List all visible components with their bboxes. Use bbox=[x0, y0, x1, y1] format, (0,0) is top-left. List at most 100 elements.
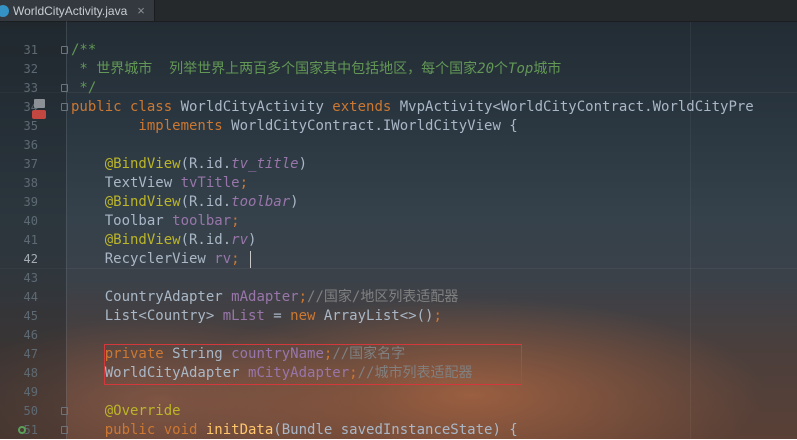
line-number: 46 bbox=[23, 328, 38, 342]
code-token: @Override bbox=[71, 403, 181, 419]
line-number: 33 bbox=[23, 81, 38, 95]
code-text[interactable]: RecyclerView rv; bbox=[71, 250, 240, 269]
code-token: @BindView bbox=[71, 194, 181, 210]
code-text[interactable]: Toolbar toolbar; bbox=[71, 212, 240, 231]
code-token: implements bbox=[71, 118, 232, 134]
code-token: ; bbox=[231, 251, 240, 267]
code-token: Toolbar bbox=[71, 213, 173, 229]
code-line[interactable]: 49 bbox=[0, 383, 797, 402]
code-token: /** bbox=[71, 42, 97, 58]
code-token: public void bbox=[71, 422, 206, 438]
line-number: 38 bbox=[23, 176, 38, 190]
code-token: @BindView bbox=[71, 156, 181, 172]
fold-toggle-icon[interactable] bbox=[61, 103, 68, 111]
code-token: (R.id. bbox=[180, 156, 232, 172]
code-token: @BindView bbox=[71, 232, 181, 248]
code-text[interactable]: @BindView(R.id.toolbar) bbox=[71, 193, 299, 212]
editor-tab-bar: WorldCityActivity.java × bbox=[0, 0, 797, 22]
code-text[interactable]: * 世界城市 列举世界上两百多个国家其中包括地区，每个国家20个Top城市 bbox=[71, 60, 561, 79]
fold-toggle-icon[interactable] bbox=[61, 84, 68, 92]
bookmark-icon[interactable] bbox=[34, 99, 45, 108]
code-token: new bbox=[290, 308, 324, 324]
code-token: ArrayList<>() bbox=[323, 308, 434, 324]
code-line[interactable]: 40 Toolbar toolbar; bbox=[0, 212, 797, 231]
code-token: ; bbox=[231, 213, 240, 229]
code-token: (R.id. bbox=[180, 194, 232, 210]
code-token: WorldCityContract.IWorldCityView { bbox=[231, 118, 518, 134]
code-line[interactable]: 51 public void initData(Bundle savedInst… bbox=[0, 421, 797, 440]
code-text[interactable]: CountryAdapter mAdapter;//国家/地区列表适配器 bbox=[71, 288, 459, 307]
line-number: 40 bbox=[23, 214, 38, 228]
code-token: extends bbox=[332, 99, 400, 115]
code-text[interactable]: implements WorldCityContract.IWorldCityV… bbox=[71, 117, 518, 136]
code-line[interactable]: 32 * 世界城市 列举世界上两百多个国家其中包括地区，每个国家20个Top城市 bbox=[0, 60, 797, 79]
code-token: toolbar bbox=[231, 194, 291, 210]
code-token: 城市 bbox=[533, 61, 562, 77]
code-line[interactable]: 37 @BindView(R.id.tv_title) bbox=[0, 155, 797, 174]
tab-label: WorldCityActivity.java bbox=[13, 3, 128, 18]
code-line[interactable]: 39 @BindView(R.id.toolbar) bbox=[0, 193, 797, 212]
code-token: initData bbox=[205, 422, 274, 438]
code-token: mList bbox=[222, 308, 274, 324]
override-gutter-icon[interactable] bbox=[18, 426, 26, 434]
code-token: ) bbox=[298, 156, 308, 172]
line-number: 41 bbox=[23, 233, 38, 247]
code-text[interactable]: @Override bbox=[71, 402, 181, 421]
code-token: rv bbox=[214, 251, 232, 267]
code-text[interactable]: @BindView(R.id.rv) bbox=[71, 231, 257, 250]
code-line[interactable]: 31 /** bbox=[0, 41, 797, 60]
line-number: 36 bbox=[23, 138, 38, 152]
code-token: (Bundle savedInstanceState) { bbox=[273, 422, 518, 438]
code-line[interactable]: 43 bbox=[0, 269, 797, 288]
code-text[interactable]: public class WorldCityActivity extends M… bbox=[71, 98, 754, 117]
code-text[interactable]: */ bbox=[71, 79, 96, 98]
code-text[interactable]: public void initData(Bundle savedInstanc… bbox=[71, 421, 518, 440]
implementation-marker-icon[interactable] bbox=[32, 110, 46, 119]
line-number: 32 bbox=[23, 62, 38, 76]
code-token: TextView bbox=[71, 175, 181, 191]
code-line[interactable]: 44 CountryAdapter mAdapter;//国家/地区列表适配器 bbox=[0, 288, 797, 307]
code-token: ; bbox=[239, 175, 249, 191]
code-token: ; bbox=[433, 308, 442, 324]
code-line[interactable]: 45 List<Country> mList = new ArrayList<>… bbox=[0, 307, 797, 326]
line-number: 47 bbox=[23, 347, 38, 361]
code-token: rv bbox=[231, 232, 249, 248]
code-text[interactable]: List<Country> mList = new ArrayList<>(); bbox=[71, 307, 442, 326]
fold-toggle-icon[interactable] bbox=[61, 46, 68, 54]
fold-toggle-icon[interactable] bbox=[61, 407, 68, 415]
code-text[interactable]: @BindView(R.id.tv_title) bbox=[71, 155, 307, 174]
code-token: ) bbox=[290, 194, 299, 210]
code-line[interactable]: 50 @Override bbox=[0, 402, 797, 421]
line-number: 31 bbox=[23, 43, 38, 57]
code-token: 20 bbox=[477, 61, 495, 77]
code-token: //国家/地区列表适配器 bbox=[307, 289, 459, 305]
code-line[interactable]: 36 bbox=[0, 136, 797, 155]
line-number: 37 bbox=[23, 157, 38, 171]
code-line[interactable]: 33 */ bbox=[0, 79, 797, 98]
code-text[interactable]: TextView tvTitle; bbox=[71, 174, 248, 193]
code-token: */ bbox=[71, 80, 97, 96]
code-token: 个 bbox=[494, 61, 509, 77]
tab-world-city-activity[interactable]: WorldCityActivity.java × bbox=[0, 0, 155, 21]
fold-toggle-icon[interactable] bbox=[61, 426, 68, 434]
code-token: List<Country> bbox=[71, 308, 223, 324]
code-token: public class bbox=[71, 99, 181, 115]
close-tab-icon[interactable]: × bbox=[137, 3, 145, 18]
code-line[interactable]: 38 TextView tvTitle; bbox=[0, 174, 797, 193]
code-token: (R.id. bbox=[180, 232, 232, 248]
code-token: ; bbox=[298, 289, 308, 305]
line-number: 50 bbox=[23, 404, 38, 418]
code-token: CountryAdapter bbox=[71, 289, 232, 305]
line-number: 49 bbox=[23, 385, 38, 399]
code-text[interactable]: /** bbox=[71, 41, 96, 60]
code-token: tv_title bbox=[231, 156, 299, 172]
code-line[interactable]: 41 @BindView(R.id.rv) bbox=[0, 231, 797, 250]
code-token: toolbar bbox=[172, 213, 232, 229]
code-token: ) bbox=[248, 232, 257, 248]
code-line[interactable]: 34 public class WorldCityActivity extends… bbox=[0, 98, 797, 117]
line-number: 35 bbox=[23, 119, 38, 133]
code-line[interactable]: 42 RecyclerView rv; bbox=[0, 250, 797, 269]
code-line[interactable]: 35 implements WorldCityContract.IWorldCi… bbox=[0, 117, 797, 136]
line-number: 39 bbox=[23, 195, 38, 209]
code-line[interactable]: 46 bbox=[0, 326, 797, 345]
